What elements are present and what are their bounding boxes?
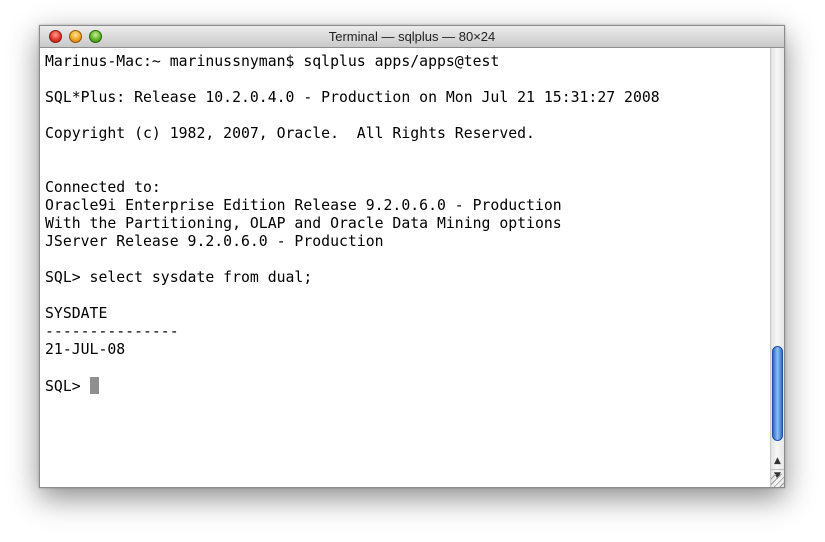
scroll-up-arrow-icon[interactable]: ▲ xyxy=(771,455,784,468)
title-bar[interactable]: Terminal — sqlplus — 80×24 xyxy=(40,26,784,48)
terminal-window: Terminal — sqlplus — 80×24 Marinus-Mac:~… xyxy=(39,25,785,488)
terminal-line: --------------- xyxy=(45,323,179,340)
terminal-line: With the Partitioning, OLAP and Oracle D… xyxy=(45,215,562,232)
terminal-output[interactable]: Marinus-Mac:~ marinussnyman$ sqlplus app… xyxy=(40,48,770,487)
vertical-scrollbar[interactable]: ▲ ▼ xyxy=(770,48,784,487)
terminal-line: SQL*Plus: Release 10.2.0.4.0 - Productio… xyxy=(45,89,660,106)
terminal-line: Marinus-Mac:~ marinussnyman$ sqlplus app… xyxy=(45,53,500,70)
terminal-line: JServer Release 9.2.0.6.0 - Production xyxy=(45,233,384,250)
terminal-line: Oracle9i Enterprise Edition Release 9.2.… xyxy=(45,197,562,214)
terminal-line: SQL> select sysdate from dual; xyxy=(45,269,313,286)
terminal-prompt-line[interactable]: SQL> xyxy=(45,377,770,395)
terminal-line: Copyright (c) 1982, 2007, Oracle. All Ri… xyxy=(45,125,535,142)
window-title: Terminal — sqlplus — 80×24 xyxy=(328,29,496,44)
sql-prompt: SQL> xyxy=(45,378,90,395)
scroll-thumb[interactable] xyxy=(772,346,783,441)
text-cursor xyxy=(89,377,99,394)
terminal-line: 21-JUL-08 xyxy=(45,341,126,358)
terminal-line: SYSDATE xyxy=(45,305,108,322)
terminal-line: Connected to: xyxy=(45,179,161,196)
resize-grip-icon[interactable] xyxy=(771,474,784,487)
